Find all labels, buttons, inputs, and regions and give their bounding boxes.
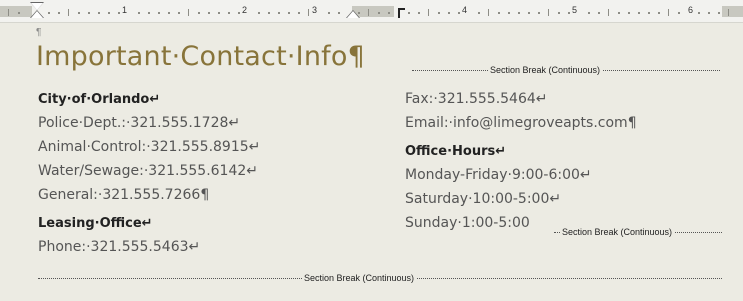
ruler-dot (218, 12, 220, 14)
ruler-dot (138, 12, 140, 14)
ruler-number: 4 (462, 5, 468, 15)
ruler-tick (68, 9, 69, 16)
ruler-number: 5 (572, 5, 578, 15)
ruler-number: 3 (312, 5, 318, 15)
ruler-dot (648, 12, 650, 14)
ruler-dot (528, 12, 530, 14)
ruler-dot (118, 12, 120, 14)
ruler-number: 1 (122, 5, 128, 15)
hanging-indent-marker[interactable] (31, 11, 43, 18)
ruler-dot (18, 12, 20, 14)
ruler-tick (488, 9, 489, 16)
ruler-dot (638, 12, 640, 14)
ruler-dot (198, 12, 200, 14)
ruler-dot (178, 12, 180, 14)
ruler-tick (308, 9, 309, 16)
ruler-dot (148, 12, 150, 14)
ruler-dot (448, 12, 450, 14)
document-title[interactable]: Important·Contact·Info¶ (36, 41, 365, 73)
ruler-tick (428, 9, 429, 16)
ruler-dot (228, 12, 230, 14)
ruler-number: 2 (242, 5, 248, 15)
section-heading[interactable]: City·of·Orlando↵ (38, 89, 358, 111)
contact-line[interactable]: Water/Sewage:·321.555.6142↵ (38, 159, 358, 183)
ruler-dot (158, 12, 160, 14)
section-heading[interactable]: Leasing·Office↵ (38, 213, 358, 235)
ruler-dot (328, 12, 330, 14)
ruler-right-margin (722, 6, 743, 17)
contact-line[interactable]: Police·Dept.:·321.555.1728↵ (38, 111, 358, 135)
left-column: City·of·Orlando↵ Police·Dept.:·321.555.17… (38, 89, 358, 259)
ruler-number: 6 (688, 5, 694, 15)
ruler-dot (298, 12, 300, 14)
ruler-dot (568, 12, 570, 14)
ruler-dot (588, 12, 590, 14)
ruler-dot (628, 12, 630, 14)
section-break-label-column: Section Break (Continuous) (560, 227, 675, 237)
contact-line[interactable]: Animal·Control:·321.555.8915↵ (38, 135, 358, 159)
horizontal-ruler[interactable]: 1 2 3 4 5 6 (0, 0, 743, 23)
ruler-tick (8, 9, 9, 16)
ruler-dot (168, 12, 170, 14)
ruler-tick (608, 9, 609, 16)
ruler-dot (538, 12, 540, 14)
ruler-dot (78, 12, 80, 14)
ruler-dot (598, 12, 600, 14)
right-indent-marker[interactable] (347, 11, 359, 18)
right-column: Fax:·321.555.5464↵ Email:·info@limegrovea… (405, 87, 725, 235)
ruler-dot (458, 12, 460, 14)
ruler-dot (708, 12, 710, 14)
ruler-dot (438, 12, 440, 14)
contact-line[interactable]: Email:·info@limegroveapts.com¶ (405, 111, 725, 135)
ruler-dot (678, 12, 680, 14)
contact-line[interactable]: Monday-Friday·9:00-6:00↵ (405, 163, 725, 187)
ruler-dot (98, 12, 100, 14)
ruler-dot (418, 12, 420, 14)
ruler-dot (378, 12, 380, 14)
ruler-dot (558, 12, 560, 14)
ruler-dot (518, 12, 520, 14)
ruler-tick (368, 9, 369, 16)
ruler-dot (288, 12, 290, 14)
ruler-dot (388, 12, 390, 14)
ruler-dot (48, 12, 50, 14)
paragraph-mark: ¶ (36, 27, 42, 38)
ruler-dot (258, 12, 260, 14)
left-indent-column2-marker[interactable] (398, 8, 405, 18)
ruler-dot (658, 12, 660, 14)
ruler-dot (278, 12, 280, 14)
section-break-label: Section Break (Continuous) (488, 65, 603, 75)
ruler-tick (188, 9, 189, 16)
contact-line[interactable]: General:·321.555.7266¶ (38, 183, 358, 207)
ruler-left-margin (0, 6, 32, 17)
contact-line[interactable]: Phone:·321.555.5463↵ (38, 235, 358, 259)
ruler-dot (88, 12, 90, 14)
document-page[interactable]: ¶ Important·Contact·Info¶ Section Break … (0, 23, 743, 301)
ruler-tick (548, 9, 549, 16)
ruler-dot (338, 12, 340, 14)
contact-line[interactable]: Fax:·321.555.5464↵ (405, 87, 725, 111)
ruler-dot (498, 12, 500, 14)
section-break-label-bottom: Section Break (Continuous) (302, 273, 417, 283)
ruler-tick (728, 9, 729, 16)
ruler-dot (268, 12, 270, 14)
first-line-indent-marker[interactable] (31, 3, 43, 10)
ruler-dot (478, 12, 480, 14)
ruler-dot (408, 12, 410, 14)
section-heading[interactable]: Office·Hours↵ (405, 141, 725, 163)
contact-line[interactable]: Saturday·10:00-5:00↵ (405, 187, 725, 211)
ruler-dot (238, 12, 240, 14)
ruler-dot (618, 12, 620, 14)
ruler-dot (208, 12, 210, 14)
ruler-dot (58, 12, 60, 14)
ruler-dot (718, 12, 720, 14)
ruler-dot (108, 12, 110, 14)
ruler-dot (698, 12, 700, 14)
ruler-dot (508, 12, 510, 14)
ruler-tick (668, 9, 669, 16)
